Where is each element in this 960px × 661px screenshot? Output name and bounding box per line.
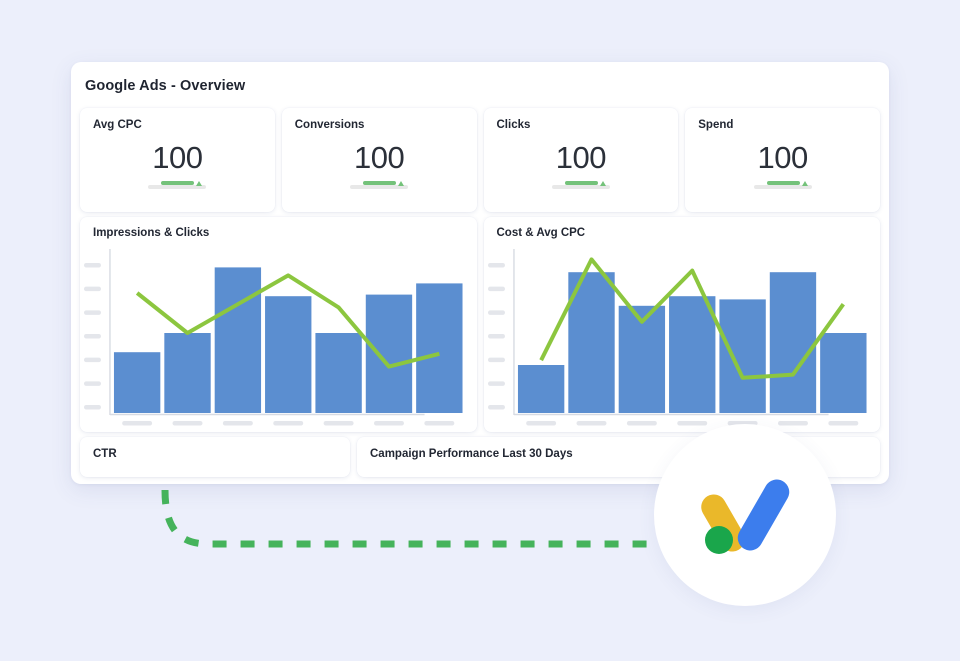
kpi-body: 100 <box>80 141 275 189</box>
google-ads-logo-icon <box>701 479 790 554</box>
chart-title: Cost & Avg CPC <box>496 227 586 239</box>
kpi-label: Clicks <box>496 119 531 131</box>
kpi-label: Spend <box>698 119 734 131</box>
chart-card-impressions-clicks[interactable]: Impressions & Clicks <box>80 217 477 432</box>
trend-up-icon <box>599 181 606 186</box>
kpi-card-clicks[interactable]: Clicks 100 <box>483 108 679 212</box>
bar <box>517 365 564 413</box>
kpi-value: 100 <box>757 140 809 175</box>
kpi-sparkline <box>753 178 812 189</box>
sparkline-fill <box>161 181 195 185</box>
logo-green-circle <box>705 526 733 554</box>
chart-plot-area <box>484 245 881 432</box>
card-label: Campaign Performance Last 30 Days <box>370 448 573 460</box>
y-axis-tick-placeholder <box>487 310 505 315</box>
dashboard-window: Google Ads - Overview Avg CPC 100 Conver… <box>71 62 889 484</box>
x-axis-label-placeholder <box>323 421 354 426</box>
bar <box>668 296 715 413</box>
kpi-body: 100 <box>282 141 477 189</box>
x-axis-label-placeholder <box>373 421 404 426</box>
chart-row: Impressions & Clicks Cost & Avg CPC <box>80 217 880 432</box>
kpi-card-spend[interactable]: Spend 100 <box>685 108 880 212</box>
bar <box>416 283 463 413</box>
trend-up-icon <box>801 181 808 186</box>
y-axis-tick-placeholder <box>487 405 505 410</box>
kpi-value: 100 <box>555 140 607 175</box>
google-ads-logo-badge <box>654 424 836 606</box>
x-axis-label-placeholder <box>576 421 606 426</box>
x-axis-label-placeholder <box>273 421 304 426</box>
combo-chart <box>487 249 867 426</box>
chart-plot-area <box>80 245 477 432</box>
kpi-row: Avg CPC 100 Conversions 100 Clicks 100 S… <box>80 108 880 212</box>
page-title: Google Ads - Overview <box>85 78 246 94</box>
kpi-sparkline <box>350 178 409 189</box>
kpi-card-conversions[interactable]: Conversions 100 <box>281 108 477 212</box>
trend-up-icon <box>196 181 203 186</box>
bar <box>113 352 161 413</box>
x-axis-label-placeholder <box>424 421 455 426</box>
bar <box>315 333 362 413</box>
y-axis-tick-placeholder <box>83 310 101 315</box>
kpi-sparkline <box>148 178 207 189</box>
x-axis-label-placeholder <box>676 421 707 426</box>
sparkline-fill <box>564 181 598 185</box>
chart-card-cost-avg-cpc[interactable]: Cost & Avg CPC <box>483 217 881 432</box>
x-axis-label-placeholder <box>827 421 858 426</box>
combo-chart <box>83 249 463 426</box>
x-axis-label-placeholder <box>122 421 153 426</box>
logo-blue-stroke <box>737 479 790 551</box>
kpi-label: Conversions <box>294 119 365 131</box>
bar <box>769 272 816 413</box>
bar <box>214 267 262 413</box>
y-axis-tick-placeholder <box>487 357 505 363</box>
kpi-body: 100 <box>685 141 880 189</box>
connector-stroke <box>161 489 658 548</box>
y-axis-tick-placeholder <box>83 334 101 339</box>
sparkline-fill <box>766 181 800 185</box>
bar <box>819 333 867 413</box>
kpi-value: 100 <box>354 140 405 175</box>
card-ctr[interactable]: CTR <box>80 437 350 477</box>
dashed-connector-path <box>161 489 658 548</box>
bar <box>365 294 413 413</box>
trend-up-icon <box>398 181 405 186</box>
bar <box>164 333 211 413</box>
x-axis-label-placeholder <box>525 421 556 426</box>
x-axis-label-placeholder <box>777 421 808 426</box>
x-axis-label-placeholder <box>222 421 253 426</box>
kpi-body: 100 <box>484 141 679 189</box>
kpi-sparkline <box>551 178 610 189</box>
y-axis-tick-placeholder <box>487 381 505 386</box>
y-axis-tick-placeholder <box>83 286 101 292</box>
y-axis-tick-placeholder <box>487 286 505 292</box>
y-axis-tick-placeholder <box>83 381 101 386</box>
y-axis-tick-placeholder <box>83 357 101 363</box>
sparkline-fill <box>363 181 397 185</box>
card-label: CTR <box>93 448 117 460</box>
y-axis-tick-placeholder <box>83 263 101 268</box>
kpi-value: 100 <box>152 140 203 175</box>
kpi-label: Avg CPC <box>93 119 142 131</box>
x-axis-label-placeholder <box>172 421 203 426</box>
chart-title: Impressions & Clicks <box>93 227 210 239</box>
y-axis-tick-placeholder <box>487 263 505 268</box>
y-axis-tick-placeholder <box>487 334 505 339</box>
bar <box>265 296 312 413</box>
bar <box>718 299 766 413</box>
x-axis-label-placeholder <box>626 421 657 426</box>
y-axis-tick-placeholder <box>83 405 101 410</box>
kpi-card-avg-cpc[interactable]: Avg CPC 100 <box>80 108 275 212</box>
